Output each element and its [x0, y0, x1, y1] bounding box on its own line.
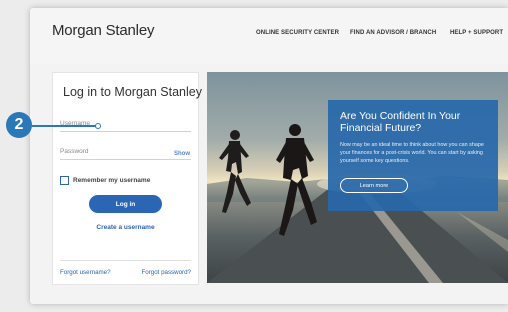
nav-online-security-center[interactable]: ONLINE SECURITY CENTER	[256, 30, 339, 36]
password-field[interactable]: Password	[60, 148, 89, 155]
promo-body: Now may be an ideal time to think about …	[340, 142, 484, 164]
promo-card: Are You Confident In Your Financial Futu…	[328, 100, 498, 211]
password-underline	[60, 159, 191, 160]
hero-banner: Are You Confident In Your Financial Futu…	[207, 72, 508, 283]
callout-pointer-line	[32, 125, 97, 127]
show-password-toggle[interactable]: Show	[174, 151, 190, 157]
divider	[60, 260, 191, 261]
login-title: Log in to Morgan Stanley	[63, 85, 202, 99]
browser-page: Morgan Stanley ONLINE SECURITY CENTER FI…	[30, 8, 508, 304]
learn-more-button[interactable]: Learn more	[340, 178, 408, 193]
step-number-badge: 2	[6, 112, 32, 138]
nav-help-support[interactable]: HELP + SUPPORT	[450, 30, 503, 36]
nav-find-an-advisor[interactable]: FIND AN ADVISOR / BRANCH	[350, 30, 436, 36]
forgot-password-link[interactable]: Forgot password?	[141, 269, 191, 276]
forgot-username-link[interactable]: Forgot username?	[60, 269, 111, 276]
promo-heading: Are You Confident In Your Financial Futu…	[340, 110, 461, 134]
remember-username-checkbox[interactable]	[60, 176, 69, 185]
callout-pointer-dot	[95, 123, 101, 129]
morgan-stanley-logo[interactable]: Morgan Stanley	[52, 22, 154, 39]
username-underline	[60, 131, 191, 132]
create-username-link[interactable]: Create a username	[53, 224, 198, 231]
login-button[interactable]: Log in	[89, 195, 162, 213]
remember-username-label[interactable]: Remember my username	[73, 177, 150, 184]
site-header: Morgan Stanley ONLINE SECURITY CENTER FI…	[30, 8, 508, 64]
login-panel: Log in to Morgan Stanley Username Passwo…	[52, 72, 202, 285]
